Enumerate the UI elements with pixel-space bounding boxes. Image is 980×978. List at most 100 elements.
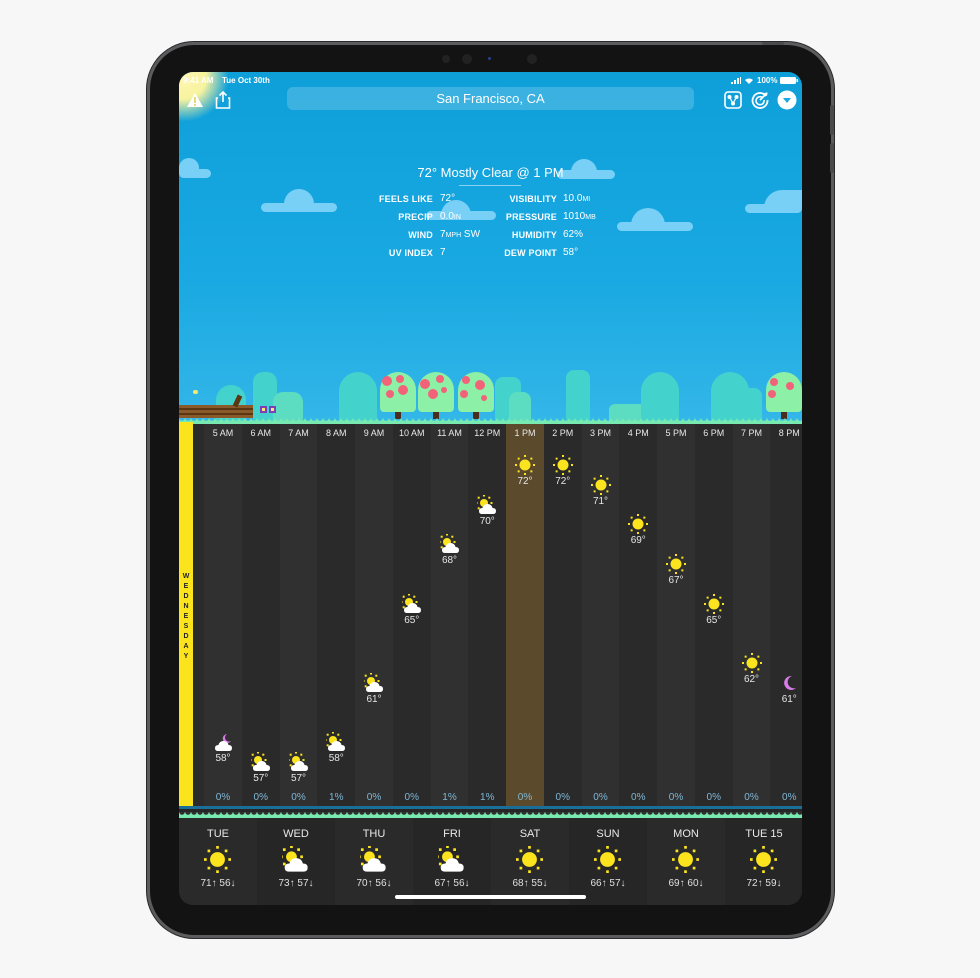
hour-precip: 0% [782, 792, 797, 803]
daily-item[interactable]: THU 70↑ 56↓ [335, 818, 413, 905]
hour-temp: 62° [743, 674, 760, 685]
detail-value: 7MPH SW [440, 229, 481, 240]
daily-weather-icon [750, 846, 778, 873]
partly-cloudy-icon [362, 672, 383, 692]
power-button [762, 42, 784, 45]
hour-column[interactable]: 1 PM 72° 0% [506, 424, 544, 808]
hour-label: 5 AM [212, 428, 234, 438]
sky-scene [179, 72, 802, 422]
hour-column[interactable]: 8 PM 61° 0% [770, 424, 802, 808]
radar-button[interactable] [750, 90, 770, 110]
hour-precip: 0% [215, 792, 231, 803]
hour-column[interactable]: 3 PM 71° 0% [581, 424, 620, 808]
hour-precip: 0% [366, 792, 382, 803]
hourly-forecast[interactable]: 5 AM 58° 0% 6 AM 57° 0% 7 AM 57° 0% 8 AM 58° 1% 9 AM… [179, 424, 802, 808]
daily-high-low: 67↑ 56↓ [434, 878, 470, 889]
battery-percent: 100% [757, 76, 778, 85]
detail-value: 7 [440, 247, 446, 258]
daily-high-low: 66↑ 57↓ [590, 878, 626, 889]
share-button[interactable] [213, 90, 233, 110]
hour-column[interactable]: 12 PM 70° 1% [468, 424, 507, 808]
hour-column[interactable]: 4 PM 69° 0% [619, 424, 658, 808]
hour-temp: 57° [290, 773, 307, 784]
hour-precip: 1% [329, 792, 344, 803]
hour-temp: 67° [668, 575, 684, 586]
current-conditions-title: 72° Mostly Clear @ 1 PM [417, 165, 564, 180]
sun-icon [515, 455, 535, 475]
hour-temp: 68° [441, 555, 458, 567]
hour-label: 2 PM [552, 428, 574, 438]
daily-day-name: THU [362, 828, 386, 840]
layers-icon [724, 91, 742, 109]
hour-column[interactable]: 2 PM 72° 0% [543, 424, 582, 808]
warning-icon [187, 93, 203, 107]
hour-precip: 0% [593, 792, 608, 803]
hour-temp: 65° [706, 614, 722, 626]
bush [566, 370, 590, 422]
hour-precip: 1% [442, 792, 457, 803]
hour-column[interactable]: 8 AM 58° 1% [317, 424, 356, 808]
hour-column[interactable]: 10 AM 65° 0% [392, 424, 431, 808]
hour-column[interactable]: 6 AM 57° 0% [241, 424, 280, 808]
partly-cloudy-icon [438, 533, 459, 554]
bush [641, 372, 679, 422]
hour-column[interactable]: 9 AM 61° 0% [355, 424, 393, 808]
hour-label: 11 AM [437, 428, 462, 438]
hour-label: 8 AM [325, 428, 347, 438]
tree [418, 372, 454, 412]
hour-precip: 0% [404, 792, 419, 803]
hour-label: 7 PM [740, 428, 762, 438]
bush [339, 372, 377, 422]
hour-column[interactable]: 6 PM 65° 0% [694, 424, 733, 808]
daily-weather-icon [357, 845, 388, 872]
flower [269, 406, 276, 413]
hour-column[interactable]: 7 PM 62° 0% [732, 424, 771, 808]
daily-item[interactable]: MON 69↑ 60↓ [647, 818, 725, 905]
hour-precip: 1% [480, 792, 495, 803]
signal-icon [731, 77, 741, 84]
hour-precip: 0% [517, 792, 533, 803]
daily-day-name: FRI [443, 828, 461, 840]
hour-label: 6 AM [250, 428, 271, 438]
daily-high-low: 68↑ 55↓ [512, 878, 548, 889]
partly-cloudy-icon [287, 751, 308, 771]
hour-column[interactable]: 5 PM 67° 0% [657, 424, 695, 808]
daily-item[interactable]: SUN 66↑ 57↓ [569, 818, 647, 905]
warning-button[interactable] [185, 90, 205, 110]
hour-column[interactable]: 5 AM 58° 0% [204, 424, 242, 808]
flower [260, 406, 267, 413]
daily-item[interactable]: TUE 15 72↑ 59↓ [725, 818, 802, 905]
layers-button[interactable] [723, 90, 743, 110]
hour-temp: 72° [555, 476, 571, 487]
hour-temp: 72° [517, 476, 533, 487]
hour-column[interactable]: 11 AM 68° 1% [430, 424, 469, 808]
detail-label: HUMIDITY [511, 230, 557, 240]
sun-icon [628, 514, 649, 535]
moon-icon [784, 675, 797, 690]
daily-item[interactable]: FRI 67↑ 56↓ [413, 818, 491, 905]
battery-icon [780, 77, 799, 84]
sun-icon [594, 846, 621, 873]
hour-label: 9 AM [363, 428, 385, 438]
daily-high-low: 73↑ 57↓ [278, 878, 314, 889]
location-field[interactable]: San Francisco, CA [287, 87, 694, 110]
hour-label: 1 PM [514, 428, 536, 438]
detail-label: VISIBILITY [509, 194, 557, 204]
hour-label: 5 PM [665, 428, 687, 438]
daily-high-low: 71↑ 56↓ [200, 878, 236, 889]
daily-weather-icon [279, 845, 310, 872]
daily-item[interactable]: TUE 71↑ 56↓ [179, 818, 257, 905]
home-indicator[interactable] [395, 895, 586, 899]
status-indicators: 100% [731, 76, 799, 85]
hour-temp: 58° [215, 753, 231, 765]
log [179, 405, 253, 418]
hour-column[interactable]: 7 AM 57° 0% [279, 424, 318, 808]
sun-icon [741, 653, 762, 673]
daily-item[interactable]: SAT 68↑ 55↓ [491, 818, 569, 905]
daily-item[interactable]: WED 73↑ 57↓ [257, 818, 335, 905]
bush [742, 388, 762, 422]
sun-icon [703, 593, 724, 614]
menu-button[interactable] [777, 90, 797, 110]
partly-cloudy-icon [435, 845, 464, 872]
detail-label: PRESSURE [505, 212, 557, 222]
